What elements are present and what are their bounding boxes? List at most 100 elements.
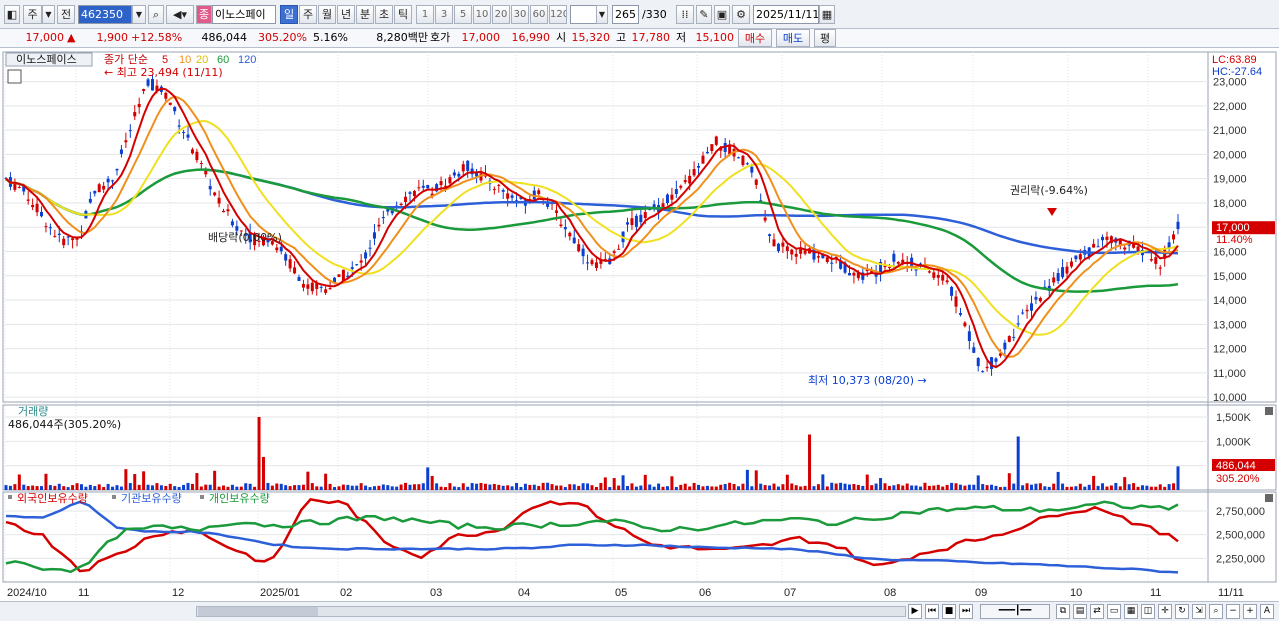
scrollbar-thumb[interactable]: [198, 607, 318, 616]
candle: [235, 226, 239, 231]
layout-icon[interactable]: ⧉: [1056, 604, 1070, 619]
volume-bar: [657, 483, 661, 490]
volume-bar: [825, 486, 829, 490]
gear-icon[interactable]: ⚙: [732, 5, 750, 24]
volume-bar: [368, 487, 372, 490]
period-button-3[interactable]: 월: [318, 5, 336, 24]
candle: [714, 136, 718, 145]
stop-icon[interactable]: ■: [942, 604, 956, 619]
stock-name-field[interactable]: 이노스페이: [212, 5, 276, 24]
volume-bar: [599, 482, 603, 490]
stock-chart[interactable]: 23,000 22,000 21,000 20,000 19,000 18,000 17,0…: [0, 48, 1279, 603]
chart-menu-icon[interactable]: ◧: [4, 5, 20, 24]
volume-bar: [923, 482, 927, 490]
candle: [390, 210, 394, 214]
font-size-icon[interactable]: A: [1260, 604, 1274, 619]
interval-button-3[interactable]: 3: [435, 5, 453, 24]
volume-bar: [697, 484, 701, 490]
candle: [976, 358, 980, 367]
speaker-icon[interactable]: ◀▾: [166, 5, 194, 24]
volume-bar: [852, 483, 856, 490]
scroll-end-icon[interactable]: ⏭: [959, 604, 973, 619]
volume-bar: [208, 484, 212, 490]
period-button-1[interactable]: 일: [280, 5, 298, 24]
candle: [173, 107, 177, 112]
stock-code-input[interactable]: 462350: [78, 5, 132, 24]
volume-bar: [874, 483, 878, 490]
volume-bar: [958, 484, 962, 490]
code-dropdown-icon[interactable]: ▼: [132, 5, 146, 24]
period-select[interactable]: 주: [23, 5, 42, 24]
interval-button-20[interactable]: 20: [492, 5, 510, 24]
volume-bar: [910, 485, 914, 490]
interval-button-1[interactable]: 1: [416, 5, 434, 24]
volume-bar: [261, 456, 265, 490]
buy-button[interactable]: 매수: [738, 29, 772, 47]
period-button-7[interactable]: 틱: [394, 5, 412, 24]
window-icon[interactable]: ▭: [1107, 604, 1121, 619]
zoom-out-icon[interactable]: −: [1226, 604, 1240, 619]
high-price: 17,780: [631, 31, 671, 44]
interval-button-5[interactable]: 5: [454, 5, 472, 24]
candle: [368, 247, 372, 249]
series-marker: [112, 495, 116, 499]
crosshair-icon[interactable]: ✛: [1158, 604, 1172, 619]
interval-button-60[interactable]: 60: [530, 5, 548, 24]
period-button-2[interactable]: 주: [299, 5, 317, 24]
candle: [182, 131, 186, 133]
candle: [705, 151, 709, 154]
chevron-down-icon[interactable]: ▼: [42, 5, 55, 24]
scroll-start-icon[interactable]: ⏮: [925, 604, 939, 619]
volume-bar: [892, 485, 896, 490]
candle: [17, 187, 21, 189]
zoom-search-icon[interactable]: ⌕: [1209, 604, 1223, 619]
candle: [772, 239, 776, 247]
volume-bar: [537, 485, 541, 490]
volume-bar: [821, 474, 825, 490]
period-button-6[interactable]: 초: [375, 5, 393, 24]
price-tick-label: 10,000: [1213, 392, 1247, 404]
overlay-icon[interactable]: ◫: [1141, 604, 1155, 619]
candle: [847, 273, 851, 276]
sell-button[interactable]: 매도: [776, 29, 810, 47]
unit-dropdown-icon[interactable]: ▼: [596, 5, 608, 24]
volume-bar: [972, 484, 976, 490]
interval-button-10[interactable]: 10: [473, 5, 491, 24]
candle: [124, 140, 128, 143]
volume-bar: [1149, 486, 1153, 490]
calendar-icon[interactable]: ▦: [819, 5, 835, 24]
date-input[interactable]: 2025/11/11: [753, 5, 819, 24]
volume-bar: [998, 487, 1002, 490]
interval-button-30[interactable]: 30: [511, 5, 529, 24]
export-icon[interactable]: ⇲: [1192, 604, 1206, 619]
volume-bar: [577, 485, 581, 490]
volume-bar: [195, 473, 199, 490]
ma-period-10: 10: [179, 54, 191, 66]
draw-icon[interactable]: ✎: [696, 5, 712, 24]
table-icon[interactable]: ▤: [1073, 604, 1087, 619]
average-button[interactable]: 평: [814, 29, 836, 47]
tile-icon[interactable]: ▦: [1124, 604, 1138, 619]
volume-bar: [1069, 486, 1073, 490]
ma-label: 종가 단순: [104, 53, 148, 66]
refresh-icon[interactable]: ↻: [1175, 604, 1189, 619]
prev-button[interactable]: 전: [57, 5, 75, 24]
scroll-right-icon[interactable]: ▶: [908, 604, 922, 619]
compare-icon[interactable]: ⇄: [1090, 604, 1104, 619]
volume-bar: [106, 483, 110, 490]
period-button-5[interactable]: 분: [356, 5, 374, 24]
candle: [217, 197, 221, 204]
x-tick-label: 07: [784, 587, 796, 599]
zoom-slider[interactable]: ━━━┃━━: [980, 604, 1050, 619]
zoom-in-icon[interactable]: +: [1243, 604, 1257, 619]
volume-bar: [452, 486, 456, 490]
save-icon[interactable]: ▣: [714, 5, 730, 24]
count-input[interactable]: 265: [612, 5, 639, 24]
candle: [941, 274, 945, 281]
grid-icon[interactable]: ⁞⁞: [676, 5, 694, 24]
interval-button-120[interactable]: 120: [549, 5, 567, 24]
period-button-4[interactable]: 년: [337, 5, 355, 24]
search-icon[interactable]: ⌕: [148, 5, 164, 24]
volume-bar: [111, 486, 115, 490]
chart-title: 이노스페이스: [16, 53, 77, 66]
